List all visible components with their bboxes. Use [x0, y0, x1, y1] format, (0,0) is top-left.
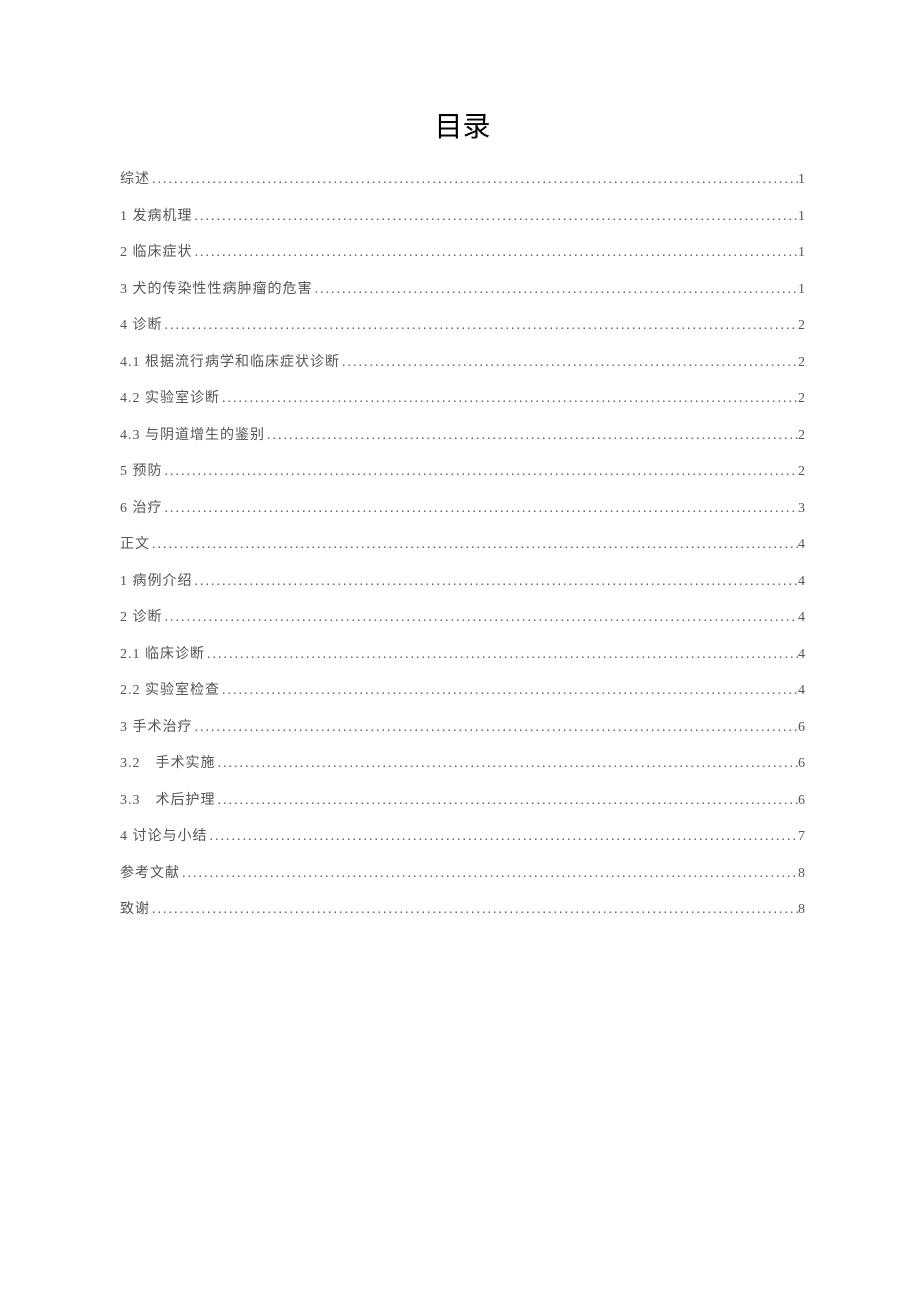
- toc-dots: [163, 465, 799, 479]
- toc-entry-label: 2.1 临床诊断: [120, 648, 205, 662]
- toc-entry-page: 4: [798, 538, 805, 552]
- toc-entry[interactable]: 4 讨论与小结 7: [120, 830, 805, 844]
- toc-dots: [150, 538, 798, 552]
- toc-entry-page: 6: [798, 794, 805, 808]
- toc-entry[interactable]: 2 诊断 4: [120, 611, 805, 625]
- toc-dots: [180, 867, 798, 881]
- toc-entry-label: 正文: [120, 538, 150, 552]
- toc-dots: [163, 502, 799, 516]
- toc-entry-label: 2 临床症状: [120, 246, 193, 260]
- toc-entry-label: 2 诊断: [120, 611, 163, 625]
- toc-entry-page: 8: [798, 867, 805, 881]
- toc-dots: [150, 903, 798, 917]
- toc-entry-label: 3.3 术后护理: [120, 794, 216, 808]
- toc-entry-page: 4: [798, 684, 805, 698]
- toc-entry-label: 参考文献: [120, 867, 180, 881]
- toc-entry-label: 3 手术治疗: [120, 721, 193, 735]
- toc-entry-page: 4: [798, 575, 805, 589]
- toc-entry-page: 1: [798, 283, 805, 297]
- toc-entry-page: 8: [798, 903, 805, 917]
- toc-entry-label: 1 发病机理: [120, 210, 193, 224]
- toc-entry-page: 2: [798, 319, 805, 333]
- toc-entry[interactable]: 4.1 根据流行病学和临床症状诊断 2: [120, 356, 805, 370]
- toc-entry[interactable]: 6 治疗 3: [120, 502, 805, 516]
- toc-entry[interactable]: 1 发病机理 1: [120, 210, 805, 224]
- toc-entry-label: 致谢: [120, 903, 150, 917]
- toc-dots: [193, 246, 799, 260]
- toc-dots: [313, 283, 799, 297]
- toc-entry-label: 1 病例介绍: [120, 575, 193, 589]
- toc-entry-label: 4.1 根据流行病学和临床症状诊断: [120, 356, 340, 370]
- toc-entry-label: 综述: [120, 173, 150, 187]
- toc-entry[interactable]: 正文 4: [120, 538, 805, 552]
- toc-entry-page: 2: [798, 392, 805, 406]
- toc-entry[interactable]: 2.1 临床诊断 4: [120, 648, 805, 662]
- toc-dots: [150, 173, 798, 187]
- toc-entry-page: 1: [798, 246, 805, 260]
- toc-dots: [220, 684, 798, 698]
- toc-entry[interactable]: 综述 1: [120, 173, 805, 187]
- toc-entry-page: 6: [798, 757, 805, 771]
- toc-entry-label: 2.2 实验室检查: [120, 684, 220, 698]
- toc-entry-page: 4: [798, 611, 805, 625]
- toc-entry[interactable]: 5 预防 2: [120, 465, 805, 479]
- toc-entry[interactable]: 1 病例介绍 4: [120, 575, 805, 589]
- toc-entry[interactable]: 4.2 实验室诊断 2: [120, 392, 805, 406]
- toc-dots: [216, 757, 799, 771]
- toc-dots: [193, 721, 799, 735]
- toc-dots: [340, 356, 798, 370]
- toc-dots: [265, 429, 798, 443]
- toc-entry-label: 4.3 与阴道增生的鉴别: [120, 429, 265, 443]
- toc-entry-page: 7: [798, 830, 805, 844]
- toc-entry[interactable]: 3.3 术后护理 6: [120, 794, 805, 808]
- toc-entry[interactable]: 3.2 手术实施 6: [120, 757, 805, 771]
- toc-entry-label: 4 讨论与小结: [120, 830, 208, 844]
- toc-entry-label: 6 治疗: [120, 502, 163, 516]
- toc-dots: [216, 794, 799, 808]
- toc-entry[interactable]: 2.2 实验室检查 4: [120, 684, 805, 698]
- toc-entry-label: 4 诊断: [120, 319, 163, 333]
- toc-entry-page: 6: [798, 721, 805, 735]
- toc-dots: [208, 830, 799, 844]
- toc-dots: [193, 575, 799, 589]
- toc-dots: [193, 210, 799, 224]
- toc-entry[interactable]: 4.3 与阴道增生的鉴别 2: [120, 429, 805, 443]
- toc-dots: [205, 648, 798, 662]
- toc-dots: [163, 611, 799, 625]
- toc-dots: [163, 319, 799, 333]
- toc-entry[interactable]: 参考文献 8: [120, 867, 805, 881]
- toc-title: 目录: [120, 105, 805, 145]
- toc-entry-label: 5 预防: [120, 465, 163, 479]
- toc-entry-page: 2: [798, 356, 805, 370]
- toc-entry-label: 4.2 实验室诊断: [120, 392, 220, 406]
- toc-entry-page: 2: [798, 429, 805, 443]
- toc-entry[interactable]: 3 犬的传染性性病肿瘤的危害 1: [120, 283, 805, 297]
- toc-entry[interactable]: 3 手术治疗 6: [120, 721, 805, 735]
- toc-entry-page: 2: [798, 465, 805, 479]
- toc-entry[interactable]: 致谢 8: [120, 903, 805, 917]
- toc-entry[interactable]: 4 诊断 2: [120, 319, 805, 333]
- toc-entry-page: 4: [798, 648, 805, 662]
- toc-list: 综述 1 1 发病机理 1 2 临床症状 1 3 犬的传染性性病肿瘤的危害 1 …: [120, 173, 805, 917]
- toc-entry-label: 3 犬的传染性性病肿瘤的危害: [120, 283, 313, 297]
- toc-dots: [220, 392, 798, 406]
- toc-entry-page: 1: [798, 173, 805, 187]
- toc-entry[interactable]: 2 临床症状 1: [120, 246, 805, 260]
- toc-entry-label: 3.2 手术实施: [120, 757, 216, 771]
- toc-entry-page: 3: [798, 502, 805, 516]
- toc-entry-page: 1: [798, 210, 805, 224]
